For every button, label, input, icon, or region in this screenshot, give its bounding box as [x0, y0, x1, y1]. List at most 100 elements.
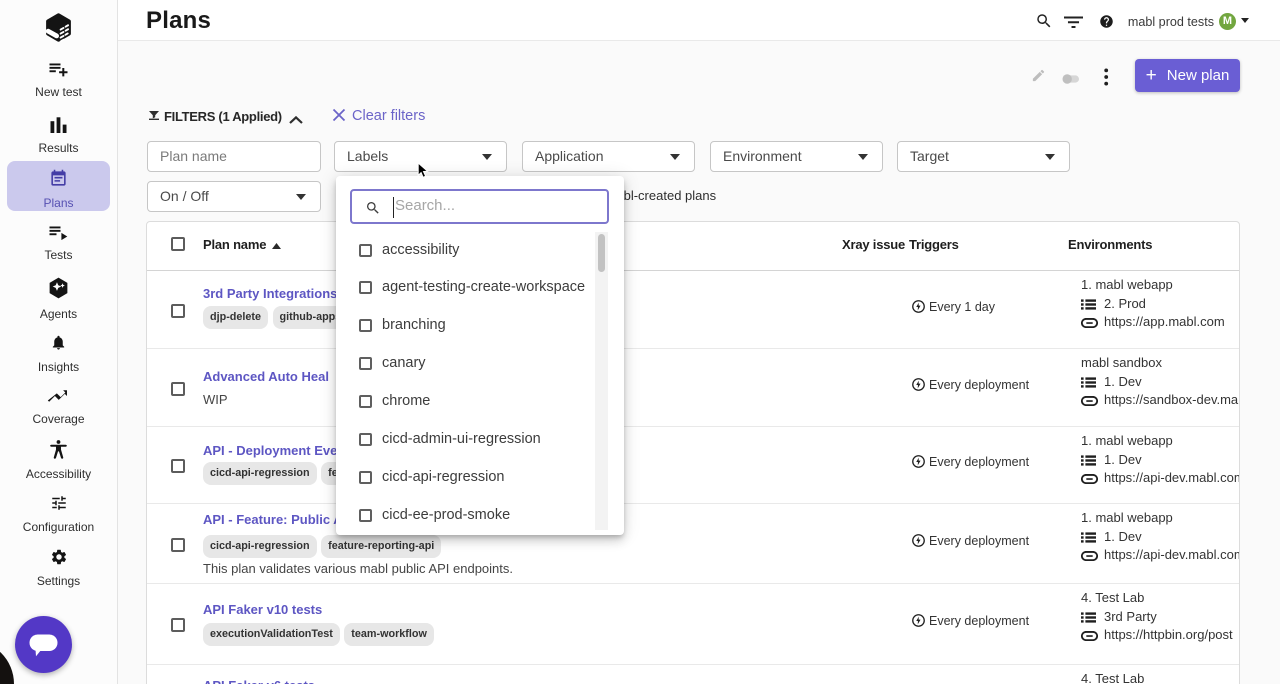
environment-line: 3rd Party — [1081, 609, 1240, 628]
option-checkbox[interactable] — [359, 357, 372, 370]
chat-launcher-button[interactable] — [15, 616, 72, 673]
filter-application[interactable]: Application — [522, 141, 695, 172]
environment-text[interactable]: https://sandbox-dev.mabl.com — [1104, 392, 1240, 407]
label-chip[interactable]: cicd-api-regression — [203, 462, 317, 485]
label-chip[interactable]: djp-delete — [203, 306, 268, 329]
plan-row: API Faker v10 tests executionValidationTe… — [147, 584, 1239, 665]
option-checkbox[interactable] — [359, 244, 372, 257]
environment-text[interactable]: https://httpbin.org/post — [1104, 627, 1233, 642]
new-plan-button[interactable]: +New plan — [1135, 59, 1240, 92]
sidebar-item-plans[interactable]: Plans — [7, 161, 110, 211]
environment-line: https://app.mabl.com — [1081, 314, 1240, 333]
sidebar-item-settings[interactable]: Settings — [0, 546, 117, 588]
filter-list-icon[interactable] — [1064, 14, 1083, 35]
sidebar-item-coverage[interactable]: Coverage — [0, 388, 117, 426]
filter-on-off[interactable]: On / Off — [147, 181, 321, 212]
scrollbar-thumb[interactable] — [598, 234, 605, 272]
mabl-logo[interactable] — [0, 13, 117, 47]
plan-name-link[interactable]: API - Feature: Public API — [203, 512, 355, 527]
label-option-canary[interactable]: canary — [336, 345, 610, 383]
link-icon — [1081, 629, 1097, 644]
playlist-add-icon — [0, 63, 117, 82]
col-environments[interactable]: Environments — [1068, 237, 1152, 252]
option-checkbox[interactable] — [359, 509, 372, 522]
label-option-agent-testing-create-workspace[interactable]: agent-testing-create-workspace — [336, 269, 610, 307]
kebab-menu-icon[interactable] — [1104, 68, 1109, 91]
environment-text[interactable]: https://app.mabl.com — [1104, 314, 1225, 329]
filters-title[interactable]: FILTERS (1 Applied) — [164, 109, 282, 124]
col-xray[interactable]: Xray issue — [842, 237, 905, 252]
sidebar-item-tests[interactable]: Tests — [0, 224, 117, 262]
sidebar-item-insights[interactable]: Insights — [0, 331, 117, 374]
environment-text[interactable]: https://api-dev.mabl.com — [1104, 470, 1240, 485]
trending-up-icon — [0, 390, 117, 409]
label-option-cicd-ee-prod-smoke[interactable]: cicd-ee-prod-smoke — [336, 497, 610, 535]
trigger-cell: Every deployment — [912, 453, 1029, 471]
link-icon — [1081, 549, 1097, 564]
gear-icon — [0, 548, 117, 571]
clear-x-icon[interactable] — [332, 108, 346, 127]
select-value: Labels — [347, 148, 388, 164]
label-option-chrome[interactable]: chrome — [336, 383, 610, 421]
option-checkbox[interactable] — [359, 471, 372, 484]
environment-text: 3rd Party — [1104, 609, 1157, 624]
environment-text: 1. mabl webapp — [1081, 510, 1173, 525]
option-label: canary — [382, 355, 426, 371]
account-name[interactable]: mabl prod tests — [1128, 15, 1214, 29]
search-icon — [365, 200, 381, 216]
trigger-text: Every deployment — [929, 455, 1029, 469]
clear-filters-link[interactable]: Clear filters — [352, 108, 425, 124]
label-chip[interactable]: executionValidationTest — [203, 623, 340, 646]
row-checkbox[interactable] — [171, 538, 185, 552]
avatar[interactable]: M — [1219, 13, 1236, 30]
plan-name-link[interactable]: API Faker v6 tests — [203, 678, 315, 684]
filter-environment[interactable]: Environment — [710, 141, 883, 172]
sidebar-item-label: Tests — [0, 248, 117, 262]
environment-line: https://httpbin.org/post — [1081, 627, 1240, 646]
label-chip[interactable]: team-workflow — [344, 623, 434, 646]
row-checkbox[interactable] — [171, 618, 185, 632]
label-option-cicd-api-regression[interactable]: cicd-api-regression — [336, 459, 610, 497]
toggle-icon[interactable] — [1062, 71, 1080, 89]
search-icon[interactable] — [1035, 12, 1053, 35]
label-option-accessibility[interactable]: accessibility — [336, 232, 610, 270]
environment-line: https://api-dev.mabl.com — [1081, 470, 1240, 489]
environments-cell: 4. Test Lab3rd Partyhttps://httpbin.org/… — [1081, 590, 1240, 646]
option-checkbox[interactable] — [359, 433, 372, 446]
list-icon — [1081, 376, 1097, 391]
edit-pencil-icon[interactable] — [1031, 68, 1046, 88]
plan-name-link[interactable]: API Faker v10 tests — [203, 602, 322, 617]
filter-target[interactable]: Target — [897, 141, 1070, 172]
option-checkbox[interactable] — [359, 281, 372, 294]
sidebar-item-accessibility[interactable]: Accessibility — [0, 438, 117, 481]
label-option-cicd-admin-ui-regression[interactable]: cicd-admin-ui-regression — [336, 421, 610, 459]
plan-name-link[interactable]: API - Deployment Events — [203, 443, 357, 458]
account-caret-icon[interactable] — [1241, 18, 1249, 23]
collapse-chevron-icon[interactable] — [289, 111, 303, 129]
sidebar-item-new-test[interactable]: New test — [0, 61, 117, 99]
row-checkbox[interactable] — [171, 382, 185, 396]
select-all-checkbox[interactable] — [171, 237, 185, 251]
chevron-down-icon — [296, 194, 306, 200]
sidebar-item-agents[interactable]: Agents — [0, 275, 117, 321]
row-checkbox[interactable] — [171, 459, 185, 473]
label-option-branching[interactable]: branching — [336, 307, 610, 345]
labels-search-field[interactable]: Search... — [350, 189, 609, 224]
label-chip[interactable]: feature-reporting-api — [321, 535, 441, 558]
filter-plan-name[interactable]: Plan name — [147, 141, 321, 172]
label-chip[interactable]: cicd-api-regression — [203, 535, 317, 558]
scrollbar-track[interactable] — [595, 232, 608, 530]
plan-name-link[interactable]: 3rd Party Integrations — [203, 286, 337, 301]
option-label: cicd-ee-prod-smoke — [382, 507, 510, 523]
option-checkbox[interactable] — [359, 319, 372, 332]
sidebar-item-results[interactable]: Results — [0, 115, 117, 155]
environment-text[interactable]: https://api-dev.mabl.com — [1104, 547, 1240, 562]
help-icon[interactable] — [1099, 14, 1114, 34]
option-checkbox[interactable] — [359, 395, 372, 408]
event-note-icon — [7, 169, 110, 193]
sidebar-item-configuration[interactable]: Configuration — [0, 492, 117, 534]
col-triggers[interactable]: Triggers — [909, 237, 959, 252]
plan-name-link[interactable]: Advanced Auto Heal — [203, 369, 329, 384]
row-checkbox[interactable] — [171, 304, 185, 318]
col-plan-name[interactable]: Plan name — [203, 237, 281, 252]
